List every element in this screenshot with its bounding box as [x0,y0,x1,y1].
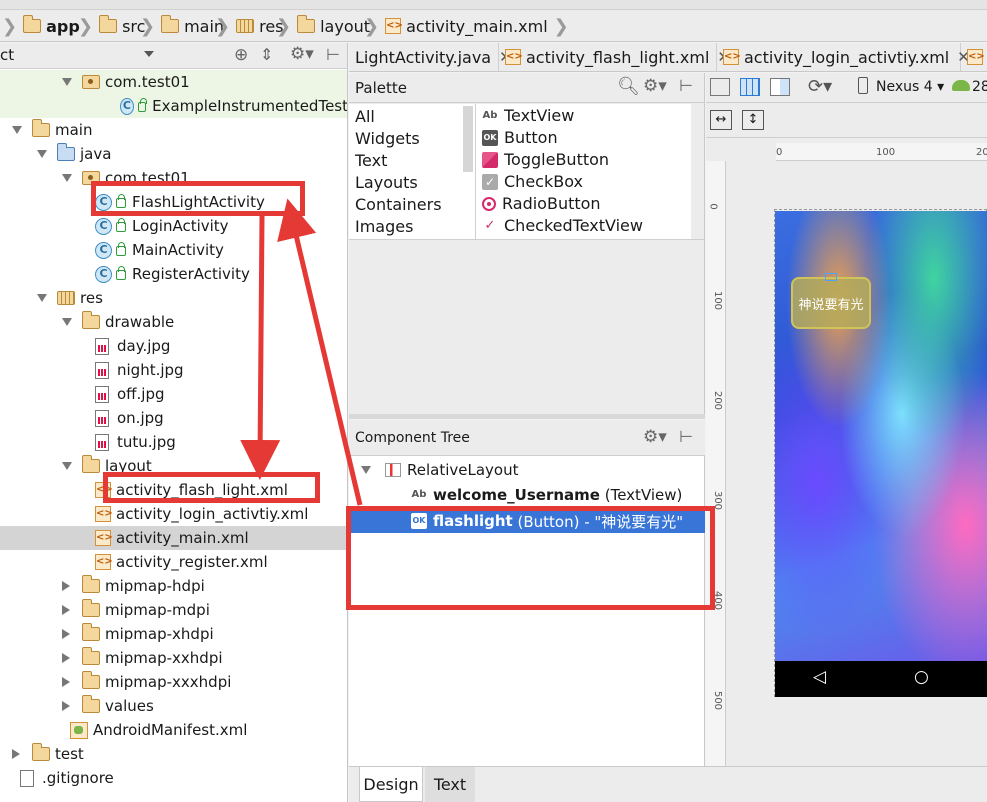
arrow-to-activity [277,198,363,506]
arrow-to-layout-xml [240,215,281,480]
annotation-arrows [240,198,363,506]
